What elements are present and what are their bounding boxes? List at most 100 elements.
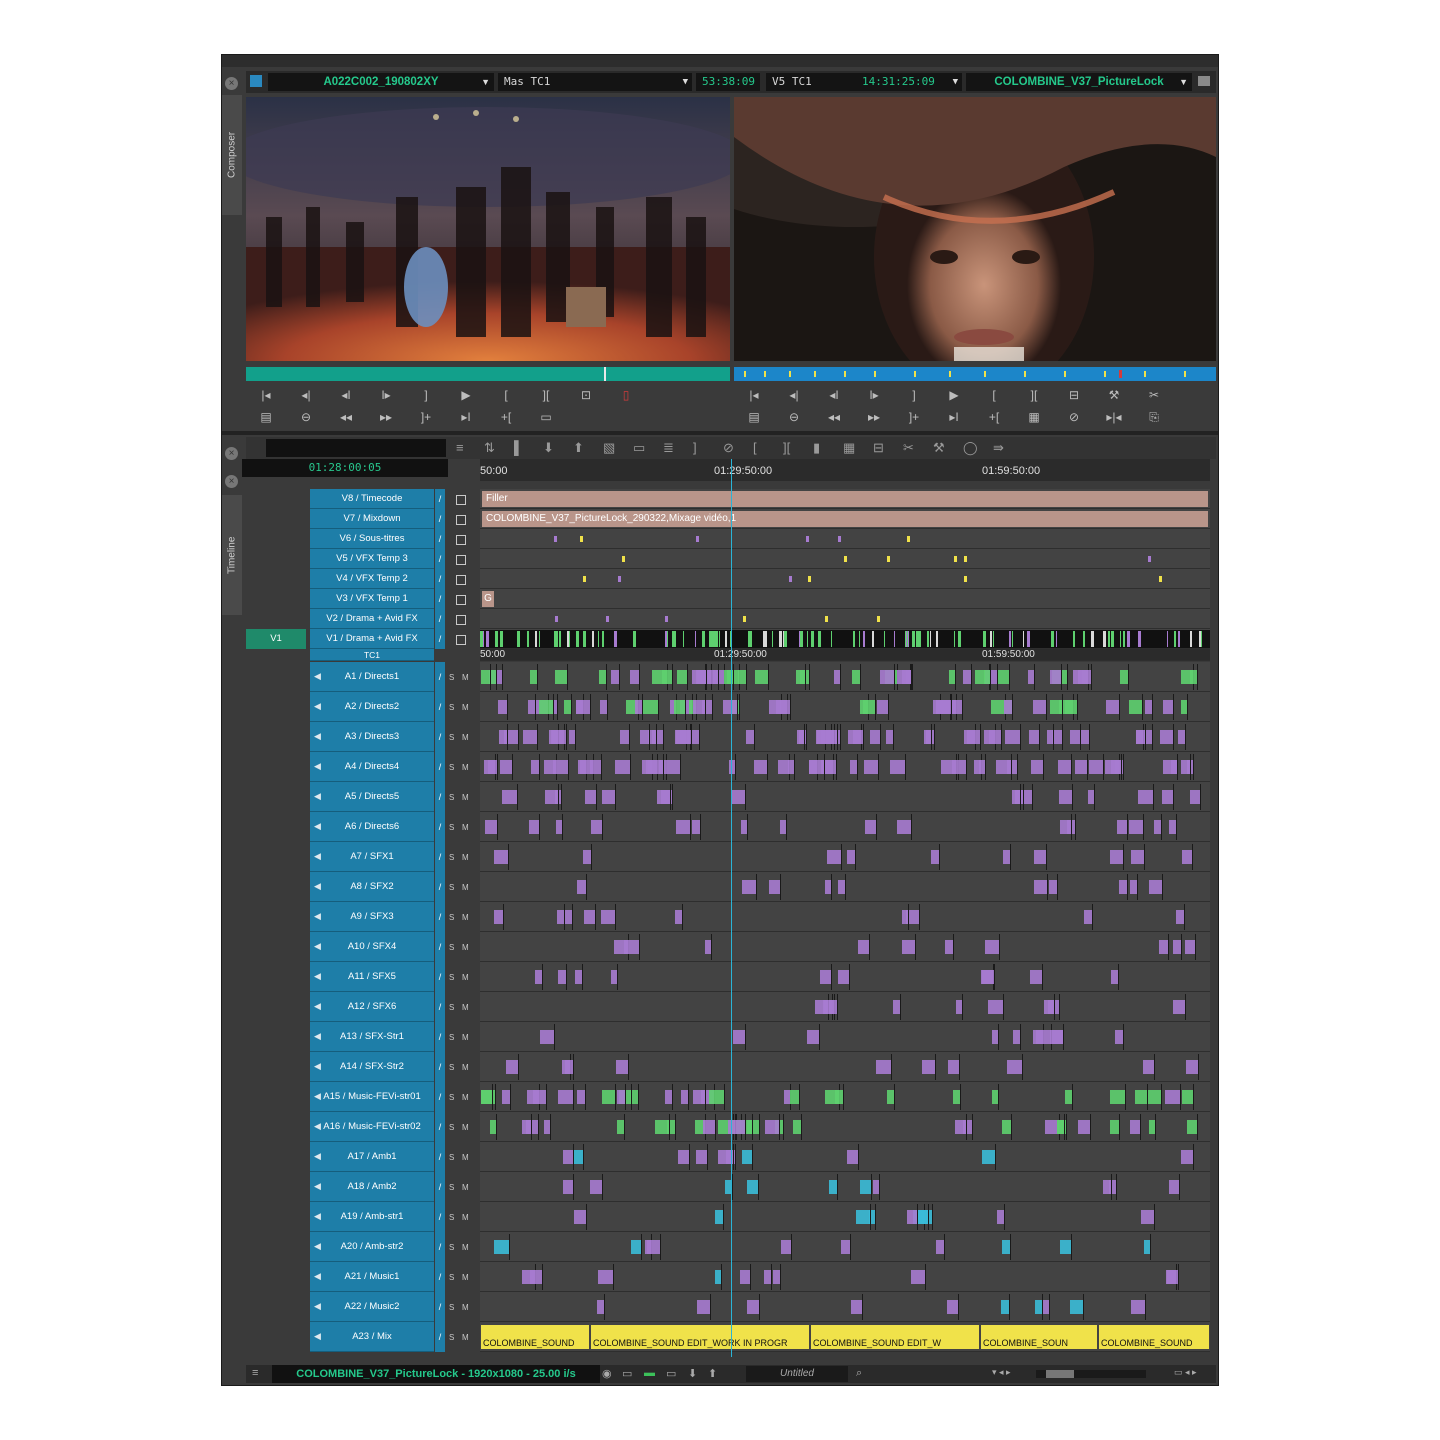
audio-clip[interactable] — [1185, 940, 1196, 954]
audio-clip[interactable] — [742, 880, 757, 894]
audio-clip[interactable] — [501, 790, 517, 804]
panel-divider[interactable] — [222, 431, 1218, 435]
source-bin-button[interactable]: ▤ — [246, 410, 286, 424]
audio-clip[interactable] — [1173, 1000, 1186, 1014]
track-control-icon[interactable]: ⇅ — [484, 440, 495, 456]
source-tc-menu[interactable]: Mas TC1 ▼ — [498, 73, 692, 91]
audio-clip[interactable] — [616, 1090, 625, 1104]
mark-out-button[interactable]: ] — [406, 388, 446, 402]
rec-clear-button[interactable]: ⊘ — [1054, 410, 1094, 424]
audio-clip[interactable] — [930, 850, 939, 864]
track-label-a16[interactable]: A16 / Music-FEVi-str02 — [310, 1112, 434, 1142]
rec-mark-in-step-button[interactable]: |◂ — [734, 388, 774, 402]
audio-clip[interactable] — [769, 880, 781, 894]
audio-clip[interactable] — [876, 1060, 892, 1074]
audio-track-row[interactable] — [480, 1262, 1210, 1292]
rec-step-back-button[interactable]: ◂I — [814, 388, 854, 402]
composer-side-tab[interactable]: Composer — [222, 95, 242, 215]
audio-clip[interactable] — [639, 730, 649, 744]
audio-clip[interactable] — [557, 970, 566, 984]
audio-track-row[interactable] — [480, 1292, 1210, 1322]
track-label-v6[interactable]: V6 / Sous-titres — [310, 529, 434, 549]
audio-clip[interactable] — [596, 1300, 604, 1314]
audio-clip[interactable] — [880, 670, 895, 684]
audio-clip[interactable] — [485, 820, 498, 834]
rec-mark-clip-button[interactable]: ][ — [1014, 388, 1054, 402]
go-to-out-button[interactable]: ]+ — [406, 410, 446, 424]
video-track-row[interactable] — [480, 529, 1210, 549]
audio-clip[interactable] — [675, 730, 691, 744]
mixdown-clip[interactable]: COLOMBINE_V37_PictureLock_290322,Mixage … — [482, 511, 1208, 527]
speaker-icon[interactable]: ◀ — [314, 881, 321, 892]
audio-clip[interactable] — [823, 1000, 837, 1014]
rec-fast-forward-button[interactable]: ▸▸ — [854, 410, 894, 424]
audio-clip[interactable] — [493, 1240, 509, 1254]
sync-lock-icon[interactable]: / — [435, 932, 445, 962]
audio-clip[interactable] — [1103, 1180, 1112, 1194]
audio-clip[interactable] — [1064, 1090, 1072, 1104]
audio-clip[interactable] — [530, 1270, 543, 1284]
audio-clip[interactable] — [859, 1180, 871, 1194]
track-label-v8[interactable]: V8 / Timecode — [310, 489, 434, 509]
audio-clip[interactable] — [665, 760, 680, 774]
audio-clip[interactable] — [1069, 730, 1080, 744]
audio-track-row[interactable] — [480, 812, 1210, 842]
audio-clip[interactable] — [1074, 760, 1087, 774]
sync-lock-icon[interactable]: / — [435, 962, 445, 992]
track-label-a3[interactable]: A3 / Directs3 — [310, 722, 434, 752]
audio-clip[interactable] — [730, 790, 745, 804]
audio-clip[interactable] — [680, 1090, 688, 1104]
audio-clip[interactable] — [1177, 730, 1185, 744]
mute-button[interactable]: M — [462, 793, 469, 802]
audio-clip[interactable] — [545, 790, 559, 804]
audio-track-row[interactable] — [480, 992, 1210, 1022]
audio-clip[interactable] — [573, 1150, 583, 1164]
track-label-a5[interactable]: A5 / Directs5 — [310, 782, 434, 812]
timeline-tc-field[interactable] — [266, 439, 446, 457]
display-icon[interactable]: ▭ — [622, 1367, 632, 1380]
audio-clip[interactable] — [502, 1090, 511, 1104]
audio-clip[interactable] — [1138, 790, 1154, 804]
audio-clip[interactable] — [776, 700, 791, 714]
rec-go-to-out-button[interactable]: ]+ — [894, 410, 934, 424]
audio-clip[interactable] — [577, 880, 587, 894]
solo-button[interactable]: S — [449, 943, 454, 952]
audio-clip[interactable] — [552, 730, 567, 744]
sync-lock-icon[interactable]: / — [435, 1292, 445, 1322]
solo-button[interactable]: S — [449, 733, 454, 742]
audio-clip[interactable] — [497, 700, 507, 714]
solo-button[interactable]: S — [449, 1063, 454, 1072]
audio-clip[interactable] — [980, 970, 994, 984]
audio-clip[interactable] — [1110, 850, 1124, 864]
sync-lock-icon[interactable]: / — [435, 1262, 445, 1292]
audio-clip[interactable] — [555, 670, 568, 684]
audio-clip[interactable] — [1129, 1120, 1140, 1134]
track-label-a15[interactable]: A15 / Music-FEVi-str01 — [310, 1082, 434, 1112]
audio-clip[interactable] — [488, 760, 498, 774]
record-icon[interactable]: ◉ — [602, 1367, 612, 1380]
record-sequence-menu[interactable]: COLOMBINE_V37_PictureLock ▼ — [966, 73, 1192, 91]
audio-track-row[interactable] — [480, 1142, 1210, 1172]
down-arrow-icon[interactable]: ⬇ — [688, 1367, 697, 1380]
solo-button[interactable]: S — [449, 853, 454, 862]
sync-lock-icon[interactable]: / — [435, 1142, 445, 1172]
audio-clip[interactable] — [610, 670, 619, 684]
audio-clip[interactable] — [1142, 1060, 1154, 1074]
audio-clip[interactable] — [1135, 730, 1145, 744]
track-label-v1[interactable]: V1 / Drama + Avid FX — [310, 629, 434, 649]
audio-clip[interactable] — [527, 700, 535, 714]
bin-select[interactable]: Untitled — [746, 1366, 848, 1382]
audio-clip[interactable] — [1057, 760, 1071, 774]
speaker-icon[interactable]: ◀ — [314, 1091, 321, 1102]
mute-button[interactable]: M — [462, 1273, 469, 1282]
audio-clip[interactable] — [675, 910, 683, 924]
audio-clip[interactable] — [988, 1000, 1004, 1014]
record-locator-button[interactable]: ▯ — [606, 388, 646, 402]
rec-mark-in-button[interactable]: [ — [974, 388, 1014, 402]
audio-clip[interactable] — [1005, 730, 1021, 744]
audio-clip[interactable] — [616, 1120, 624, 1134]
sync-lock-icon[interactable]: / — [435, 529, 445, 549]
audio-clip[interactable] — [1128, 820, 1143, 834]
audio-clip[interactable] — [589, 760, 601, 774]
audio-clip[interactable] — [846, 1150, 858, 1164]
